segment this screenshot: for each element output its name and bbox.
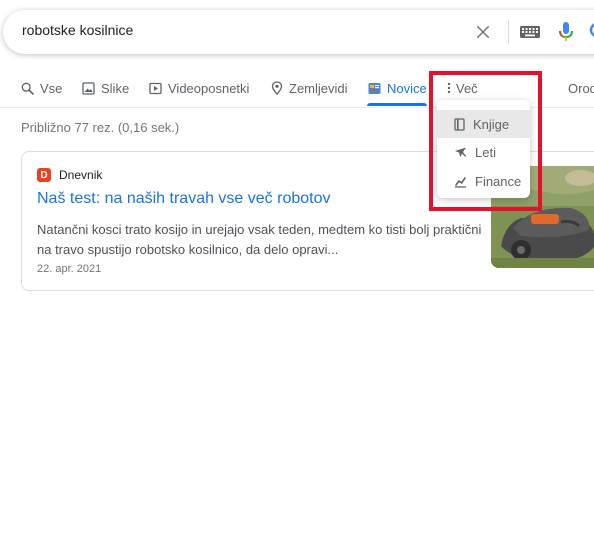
tab-label: Novice bbox=[387, 80, 427, 96]
news-icon bbox=[368, 82, 381, 94]
search-input[interactable] bbox=[22, 22, 452, 38]
news-title-link[interactable]: Naš test: na naših travah vse več roboto… bbox=[37, 190, 330, 208]
tab-label: Zemljevidi bbox=[289, 80, 348, 96]
source-name: Dnevnik bbox=[59, 168, 103, 182]
tab-news[interactable]: Novice bbox=[368, 70, 427, 106]
tab-images[interactable]: Slike bbox=[82, 70, 129, 106]
tab-label: Orod bbox=[568, 80, 594, 96]
active-tab-indicator bbox=[367, 103, 427, 106]
keyboard-icon[interactable] bbox=[519, 24, 541, 40]
image-icon bbox=[82, 81, 95, 95]
mic-icon[interactable] bbox=[558, 21, 574, 43]
lens-icon[interactable] bbox=[589, 22, 594, 42]
map-pin-icon bbox=[271, 81, 283, 95]
clear-icon[interactable] bbox=[474, 23, 492, 41]
news-snippet: Natančni kosci trato kosijo in urejajo v… bbox=[37, 222, 482, 257]
tab-label: Vse bbox=[40, 80, 63, 96]
video-icon bbox=[149, 82, 162, 94]
tab-videos[interactable]: Videoposnetki bbox=[149, 70, 249, 106]
tab-label: Slike bbox=[101, 80, 130, 96]
tab-maps[interactable]: Zemljevidi bbox=[271, 70, 348, 106]
search-divider bbox=[508, 20, 509, 44]
news-date: 22. apr. 2021 bbox=[37, 263, 102, 275]
tab-label: Videoposnetki bbox=[168, 80, 250, 96]
tab-tools[interactable]: Orod bbox=[568, 70, 594, 106]
tab-all[interactable]: Vse bbox=[21, 70, 62, 106]
annotation-highlight-box bbox=[429, 71, 542, 211]
search-box[interactable] bbox=[3, 10, 594, 54]
source-logo: D bbox=[37, 168, 51, 182]
result-stats: Približno 77 rez. (0,16 sek.) bbox=[21, 120, 180, 135]
search-icon bbox=[21, 82, 34, 95]
